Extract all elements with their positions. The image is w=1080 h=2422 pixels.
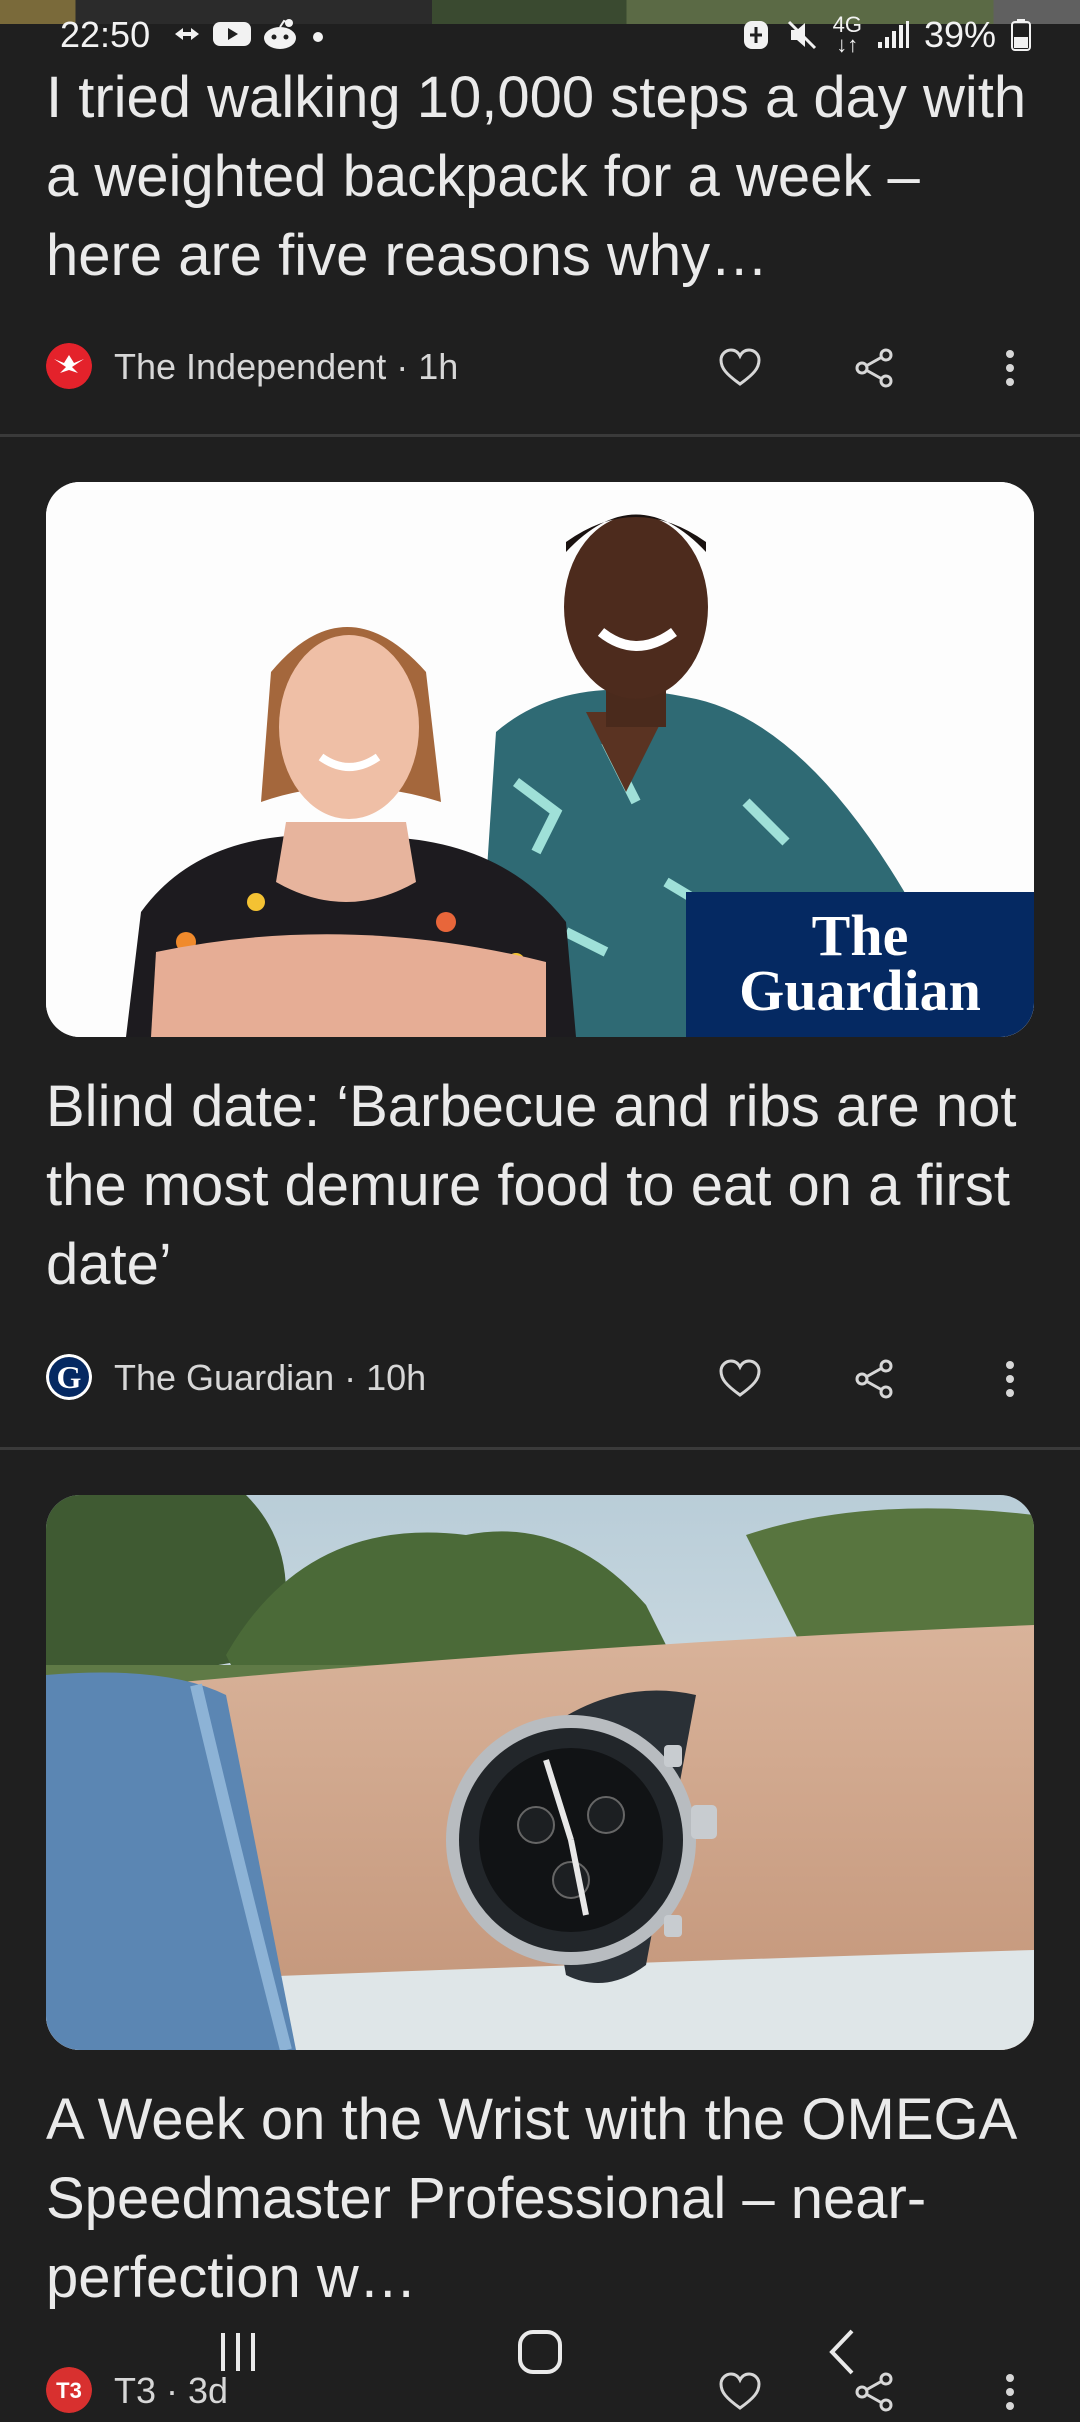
guardian-logo-line2: Guardian [739,958,981,1023]
back-icon [829,2329,854,2375]
share-icon [855,348,893,388]
share-button[interactable] [846,340,902,396]
watch-photo [46,1495,1034,2050]
blind-date-photo: The Guardian [46,482,1034,1037]
like-button[interactable] [712,1351,768,1407]
network-4g-icon: 4G ↓↑ [832,12,862,57]
mute-icon [787,20,816,50]
more-options-button[interactable] [982,1351,1038,1407]
dot-icon [313,32,323,42]
home-button[interactable] [500,2312,580,2392]
battery-percent: 39% [923,14,996,55]
heart-icon [719,348,761,386]
cast-icon [175,28,199,40]
article-image[interactable]: The Guardian [46,482,1034,1037]
article-card-3[interactable]: A Week on the Wrist with the OMEGA Speed… [0,1450,1080,2413]
guardian-g-logo: G [46,1354,92,1400]
recents-icon [221,2333,255,2371]
system-navigation-bar [0,2300,1080,2400]
notification-icons [172,18,328,50]
heart-icon [719,1359,761,1397]
more-vert-icon [1006,350,1014,386]
share-icon [855,1359,893,1399]
back-button[interactable] [802,2312,882,2392]
more-options-button[interactable] [982,340,1038,396]
article-title[interactable]: A Week on the Wrist with the OMEGA Speed… [46,2080,1046,2317]
home-icon [518,2330,562,2374]
youtube-icon [213,22,251,46]
more-vert-icon [1006,1361,1014,1397]
battery-saver-icon [743,21,768,49]
article-title[interactable]: Blind date: ‘Barbecue and ribs are not t… [46,1067,1046,1304]
system-status-icons: 4G ↓↑ 39% [741,14,1032,56]
status-time: 22:50 [60,14,151,55]
svg-text:G: G [57,1359,82,1395]
article-title[interactable]: I tried walking 10,000 steps a day with … [46,58,1046,295]
share-button[interactable] [846,1351,902,1407]
article-image[interactable] [46,1495,1034,2050]
article-meta: G The Guardian · 10h [46,1349,1046,1409]
status-bar: 22:50 4G ↓↑ 39% [0,0,1080,70]
source-name[interactable]: The Independent · 1h [114,346,458,388]
article-card-2[interactable]: The Guardian Blind date: ‘Barbecue and r… [0,437,1080,1447]
article-meta: The Independent · 1h [46,338,1046,398]
reddit-icon [264,19,296,49]
battery-icon [1011,19,1031,51]
like-button[interactable] [712,340,768,396]
source-name[interactable]: The Guardian · 10h [114,1357,426,1399]
signal-icon [877,21,909,48]
recent-apps-button[interactable] [198,2312,278,2392]
independent-eagle-logo [46,343,92,389]
